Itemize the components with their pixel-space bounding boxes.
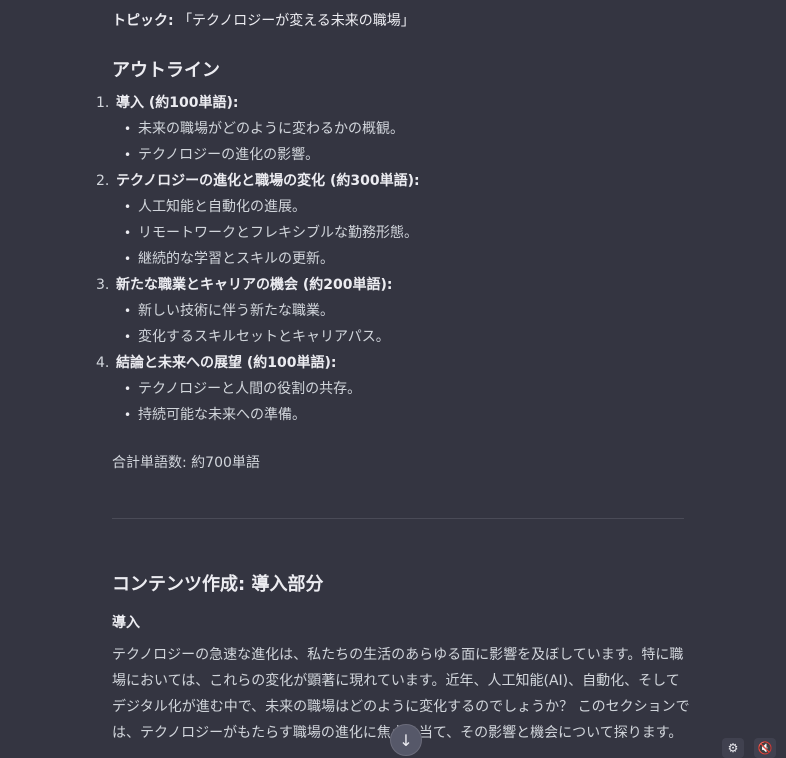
topic-value: 「テクノロジーが変える未来の職場」 (178, 13, 415, 29)
outline-bullet-text: 持続可能な未来への準備。 (138, 407, 306, 423)
mute-icon: 🔇 (757, 741, 773, 755)
outline-bullet-text: テクノロジーと人間の役割の共存。 (138, 381, 362, 397)
bullet-icon: • (124, 330, 132, 344)
outline-section: 2. テクノロジーの進化と職場の変化 (約300単語): (96, 170, 696, 196)
outline-bullet-item: • 持続可能な未来への準備。 (96, 404, 696, 430)
total-word-count: 合計単語数: 約700単語 (112, 455, 260, 471)
outline-bullet-text: 新しい技術に伴う新たな職業。 (138, 303, 334, 319)
topic-line: トピック: 「テクノロジーが変える未来の職場」 (112, 10, 415, 30)
outline-bullet-item: • リモートワークとフレキシブルな勤務形態。 (96, 222, 696, 248)
outline-bullet-text: リモートワークとフレキシブルな勤務形態。 (138, 225, 418, 241)
outline-bullet-item: • 未来の職場がどのように変わるかの概観。 (96, 118, 696, 144)
outline-bullet-item: • 人工知能と自動化の進展。 (96, 196, 696, 222)
outline-section: 1. 導入 (約100単語): (96, 92, 696, 118)
outline-bullet-text: 未来の職場がどのように変わるかの概観。 (138, 121, 404, 137)
outline-bullet-item: • 継続的な学習とスキルの更新。 (96, 248, 696, 274)
chat-page: トピック: 「テクノロジーが変える未来の職場」 アウトライン 1. 導入 (約10… (0, 0, 786, 758)
outline-bullet-item: • テクノロジーの進化の影響。 (96, 144, 696, 170)
outline-bullet-item: • 新しい技術に伴う新たな職業。 (96, 300, 696, 326)
outline-list: 1. 導入 (約100単語): • 未来の職場がどのように変わるかの概観。 • テクノロジ… (96, 92, 696, 430)
outline-bullet-item: • 変化するスキルセットとキャリアパス。 (96, 326, 696, 352)
outline-bullet-text: 人工知能と自動化の進展。 (138, 199, 306, 215)
outline-bullet-text: 変化するスキルセットとキャリアパス。 (138, 329, 390, 345)
outline-section-number: 4. (96, 355, 110, 371)
content-heading: コンテンツ作成: 導入部分 (112, 574, 324, 595)
outline-section: 4. 結論と未来への展望 (約100単語): (96, 352, 696, 378)
bullet-icon: • (124, 304, 132, 318)
outline-section-title: 結論と未来への展望 (約100単語): (116, 355, 337, 371)
bullet-icon: • (124, 252, 132, 266)
outline-section-number: 1. (96, 95, 110, 111)
outline-section-number: 2. (96, 173, 110, 189)
outline-heading: アウトライン (112, 60, 220, 81)
bullet-icon: • (124, 382, 132, 396)
settings-button[interactable]: ⚙ (722, 738, 744, 758)
gear-icon: ⚙ (727, 741, 739, 755)
mute-button[interactable]: 🔇 (754, 738, 776, 758)
topic-label: トピック: (112, 13, 174, 29)
bullet-icon: • (124, 408, 132, 422)
bullet-icon: • (124, 226, 132, 240)
outline-bullet-text: テクノロジーの進化の影響。 (138, 147, 320, 163)
bullet-icon: • (124, 200, 132, 214)
bullet-icon: • (124, 148, 132, 162)
section-divider (112, 518, 684, 519)
bullet-icon: • (124, 122, 132, 136)
intro-label: 導入 (112, 615, 140, 631)
outline-section: 3. 新たな職業とキャリアの機会 (約200単語): (96, 274, 696, 300)
outline-section-title: テクノロジーの進化と職場の変化 (約300単語): (116, 173, 420, 189)
outline-bullet-text: 継続的な学習とスキルの更新。 (138, 251, 334, 267)
outline-section-title: 導入 (約100単語): (116, 95, 239, 111)
scroll-down-button[interactable]: ↓ (390, 724, 422, 756)
arrow-down-icon: ↓ (399, 730, 413, 750)
outline-section-number: 3. (96, 277, 110, 293)
outline-section-title: 新たな職業とキャリアの機会 (約200単語): (116, 277, 393, 293)
outline-bullet-item: • テクノロジーと人間の役割の共存。 (96, 378, 696, 404)
